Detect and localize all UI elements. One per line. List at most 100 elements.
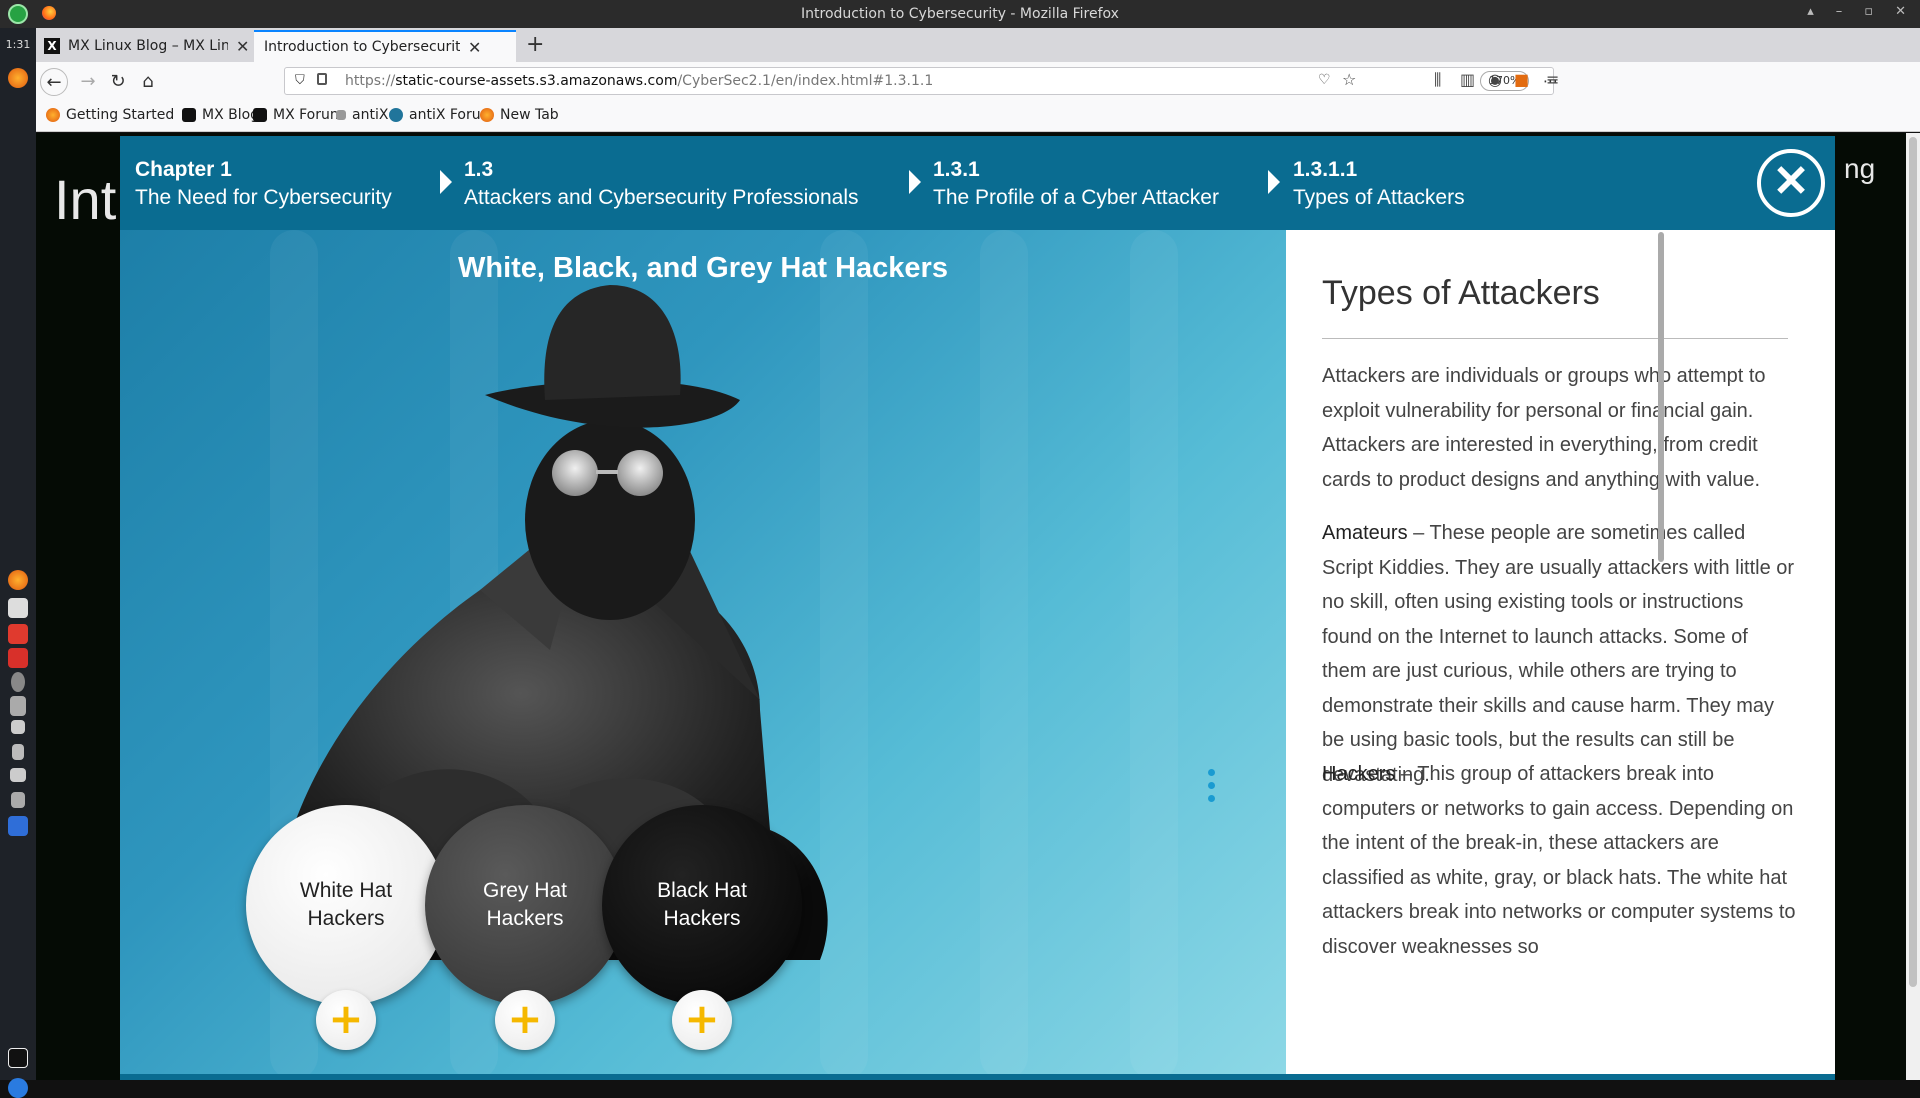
panel-resize-handle-icon[interactable] [1208, 769, 1216, 808]
mx-icon: X [44, 38, 60, 54]
clipboard-icon[interactable] [11, 792, 25, 808]
breadcrumb-section[interactable]: 1.3 Attackers and Cybersecurity Professi… [464, 156, 859, 212]
window-shade-button[interactable]: ▴ [1807, 4, 1814, 19]
button-label-line1: Black Hat [657, 879, 747, 902]
modal-header: Chapter 1 The Need for Cybersecurity 1.3… [120, 136, 1835, 230]
eject-icon[interactable] [11, 720, 25, 734]
button-label-line1: White Hat [299, 879, 393, 902]
reload-button[interactable]: ↻ [104, 68, 132, 96]
firefox-icon [46, 108, 60, 122]
hackers-paragraph: Hackers – This group of attackers break … [1322, 757, 1797, 964]
home-button[interactable]: ⌂ [134, 68, 162, 96]
bookmark-mx-forum[interactable]: MX Forum [253, 107, 344, 123]
volume-icon[interactable] [10, 696, 26, 716]
breadcrumb-label: The Need for Cybersecurity [135, 186, 392, 209]
active-window-firefox-icon[interactable] [8, 816, 28, 836]
window-minimize-button[interactable]: – [1836, 4, 1843, 19]
button-label-line2: Hackers [307, 907, 385, 930]
battery-icon[interactable] [12, 744, 24, 760]
bookmark-new-tab[interactable]: New Tab [480, 107, 559, 123]
breadcrumb-number: 1.3 [464, 158, 494, 181]
bluetooth-icon[interactable] [11, 672, 25, 692]
package-installer-icon[interactable] [8, 624, 28, 644]
url-path: /CyberSec2.1/en/index.html#1.3.1.1 [677, 73, 934, 89]
bookmark-getting-started[interactable]: Getting Started [46, 107, 174, 123]
bookmark-mx-blog[interactable]: MX Blog [182, 107, 259, 123]
file-manager-icon[interactable] [8, 598, 28, 618]
bookmark-label: MX Forum [273, 107, 344, 123]
url-prefix: https:// [345, 73, 396, 89]
breadcrumb-arrow-icon [1268, 170, 1280, 194]
antix-icon [336, 110, 346, 120]
mx-icon [182, 108, 196, 122]
close-tab-icon[interactable]: ✕ [468, 38, 481, 57]
url-text[interactable]: https://static-course-assets.s3.amazonaw… [345, 73, 933, 89]
library-icon[interactable]: ⫼ [1434, 70, 1441, 90]
left-panel: 1:31 [0, 28, 36, 1098]
url-bar[interactable]: ⛉ https://static-course-assets.s3.amazon… [284, 67, 1558, 95]
breadcrumb-label: The Profile of a Cyber Attacker [933, 186, 1219, 209]
new-tab-button[interactable]: + [526, 32, 544, 57]
menu-hamburger-icon[interactable]: ≡ [1546, 70, 1559, 89]
button-label-line2: Hackers [663, 907, 741, 930]
black-hat-expand-plus-icon[interactable]: + [672, 990, 732, 1050]
back-button[interactable]: ← [40, 68, 68, 96]
close-modal-button[interactable]: ✕ [1757, 149, 1825, 217]
pocket-icon[interactable]: ♡ [1318, 72, 1331, 88]
hackers-text: – This group of attackers break into com… [1322, 763, 1796, 958]
panel-scrollbar-thumb[interactable] [1658, 232, 1664, 562]
bookmark-antix-forum[interactable]: antiX Forum [389, 107, 494, 123]
close-tab-icon[interactable]: ✕ [236, 37, 249, 56]
tracking-shield-icon[interactable]: ⛉ [295, 73, 305, 88]
grey-hat-hackers-button[interactable]: Grey Hat Hackers [425, 805, 625, 1005]
breadcrumb-topic[interactable]: 1.3.1 The Profile of a Cyber Attacker [933, 156, 1219, 212]
tab-intro-cybersecurity[interactable]: Introduction to Cybersecurit ✕ [254, 30, 516, 62]
breadcrumb-number: 1.3.1 [933, 158, 980, 181]
white-hat-hackers-button[interactable]: White Hat Hackers [246, 805, 446, 1005]
network-icon[interactable] [10, 768, 26, 782]
window-titlebar: Introduction to Cybersecurity - Mozilla … [0, 0, 1920, 28]
breadcrumb-number: Chapter 1 [135, 158, 232, 181]
mx-tools-icon[interactable] [8, 1048, 28, 1068]
firefox-icon [480, 108, 494, 122]
black-hat-hackers-button[interactable]: Black Hat Hackers [602, 805, 802, 1005]
mx-icon [253, 108, 267, 122]
panel-scrollbar[interactable] [1656, 232, 1666, 1072]
amateurs-text: – These people are sometimes called Scri… [1322, 522, 1795, 786]
breadcrumb-page[interactable]: 1.3.1.1 Types of Attackers [1293, 156, 1465, 212]
clock: 1:31 [5, 38, 31, 51]
menu-icon[interactable] [8, 1078, 28, 1098]
bookmark-label: MX Blog [202, 107, 260, 123]
hackers-term: Hackers [1322, 763, 1396, 785]
page-scrollbar-thumb[interactable] [1909, 137, 1917, 987]
extension-icon[interactable]: ■ [1514, 70, 1529, 89]
firefox-icon[interactable] [8, 570, 28, 590]
tab-mx-linux-blog[interactable]: X MX Linux Blog – MX Linu ✕ [36, 30, 252, 62]
page-scrollbar[interactable] [1906, 133, 1920, 1080]
breadcrumb-label: Types of Attackers [1293, 186, 1465, 209]
breadcrumb-arrow-icon [909, 170, 921, 194]
white-hat-expand-plus-icon[interactable]: + [316, 990, 376, 1050]
firefox-launcher-icon[interactable] [8, 68, 28, 88]
background-page-fragment: ng [1844, 153, 1876, 184]
account-icon[interactable]: ◉ [1488, 70, 1502, 89]
bookmark-star-icon[interactable]: ☆ [1342, 70, 1356, 89]
amateurs-term: Amateurs [1322, 522, 1408, 544]
window-maximize-button[interactable]: ▫ [1864, 4, 1873, 19]
wordpress-icon [389, 108, 403, 122]
page-viewport: Intr ng Chapter 1 The Need for Cybersecu… [36, 133, 1920, 1080]
window-close-button[interactable]: ✕ [1895, 4, 1906, 19]
bookmark-label: New Tab [500, 107, 559, 123]
system-monitor-icon[interactable] [8, 648, 28, 668]
breadcrumb-chapter[interactable]: Chapter 1 The Need for Cybersecurity [135, 156, 392, 212]
breadcrumb-number: 1.3.1.1 [1293, 158, 1358, 181]
lock-icon[interactable] [317, 73, 327, 85]
sidebar-icon[interactable]: ▥ [1460, 70, 1475, 89]
bookmark-antix[interactable]: antiX [336, 107, 388, 123]
forward-button[interactable]: → [74, 68, 102, 96]
grey-hat-expand-plus-icon[interactable]: + [495, 990, 555, 1050]
bookmarks-toolbar: Getting Started MX Blog MX Forum antiX a… [36, 100, 1920, 132]
navigation-toolbar: ← → ↻ ⌂ ⛉ https://static-course-assets.s… [36, 62, 1920, 100]
intro-paragraph: Attackers are individuals or groups who … [1322, 365, 1766, 491]
modal-footer-bar [120, 1074, 1835, 1080]
